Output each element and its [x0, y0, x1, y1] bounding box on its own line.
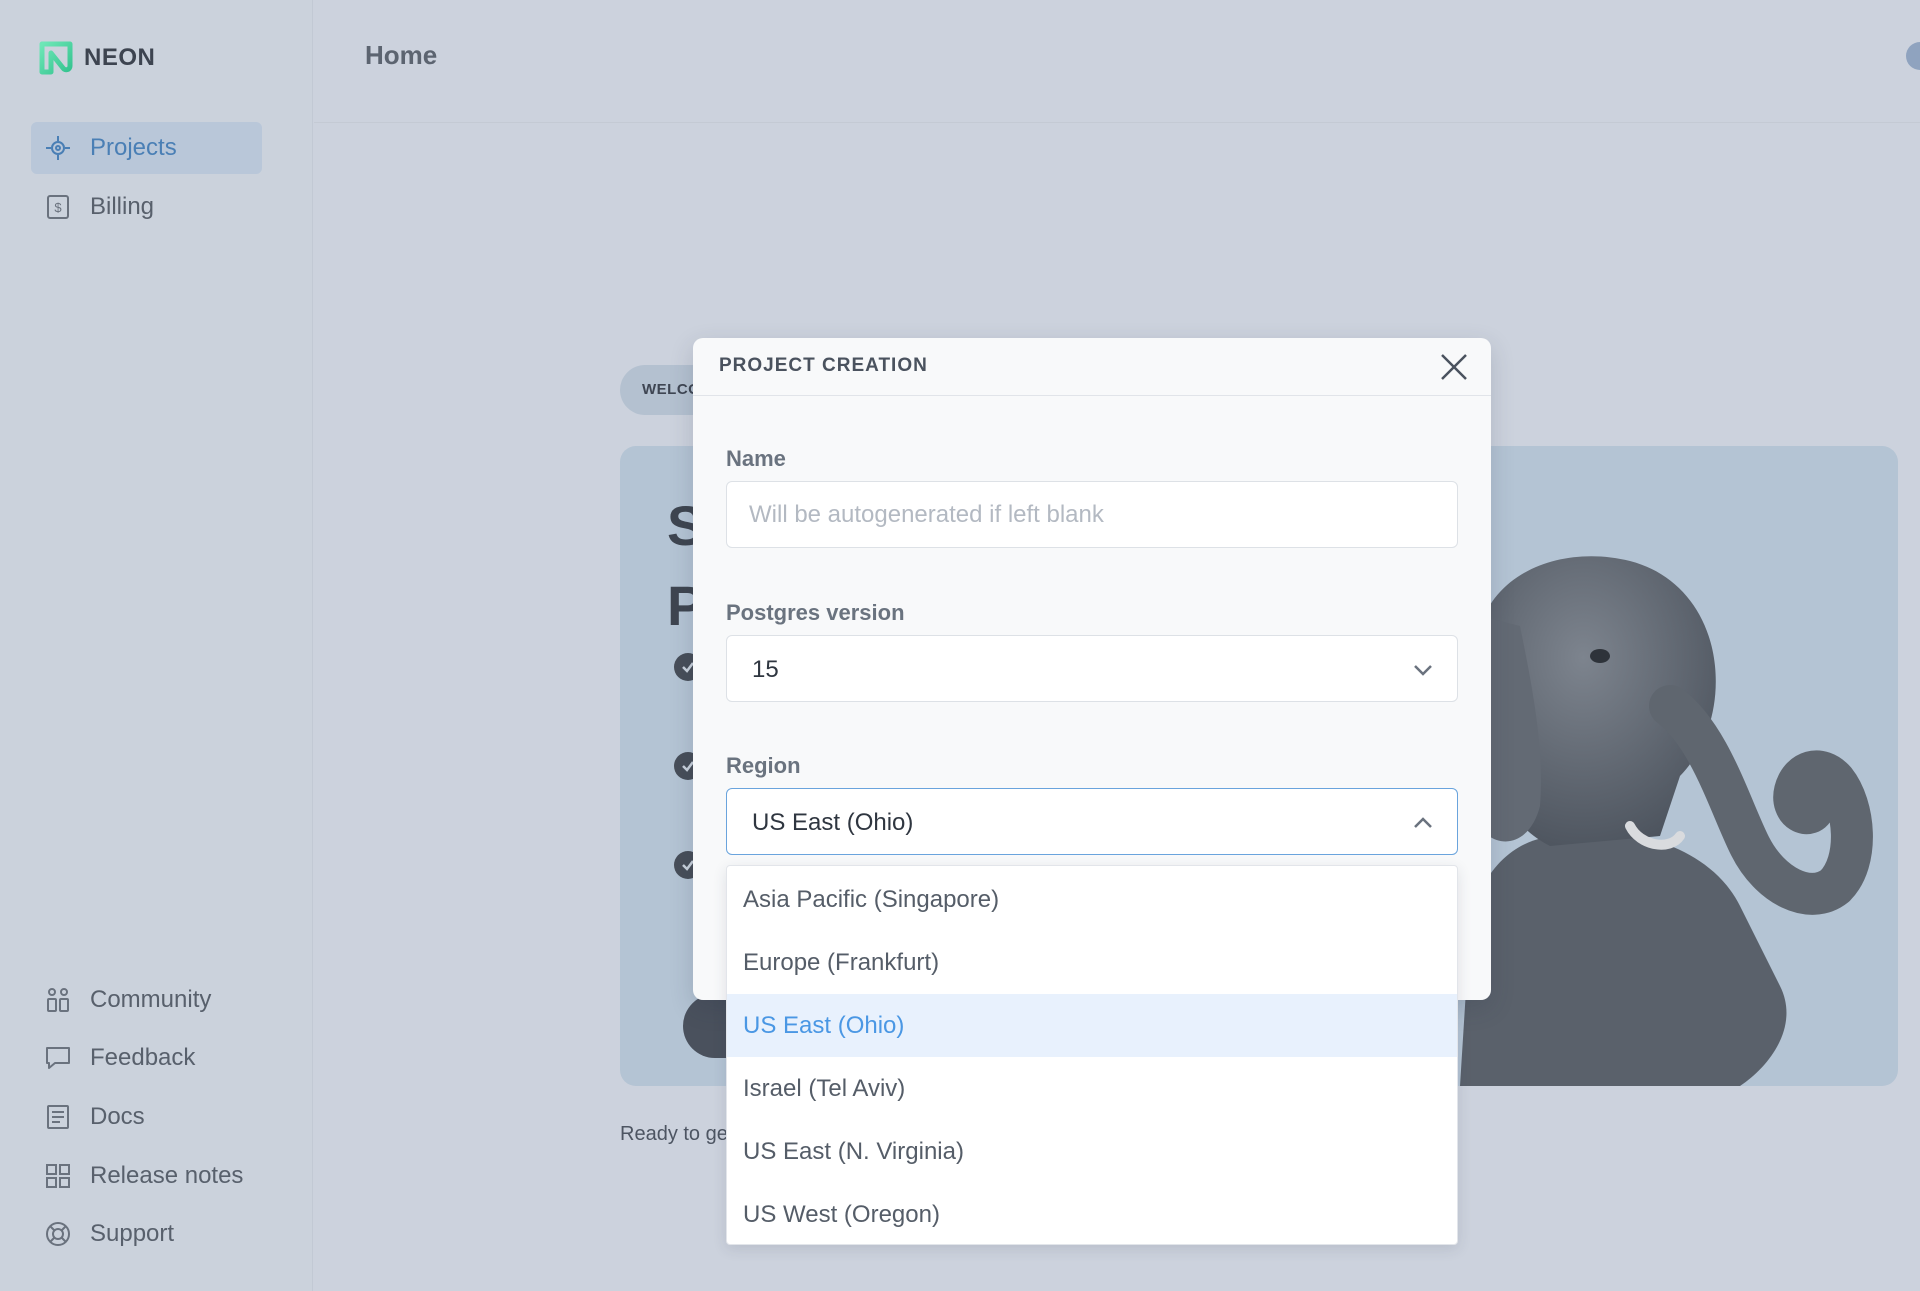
avatar[interactable] — [1906, 42, 1920, 70]
elephant-illustration — [1453, 556, 1873, 1086]
sidebar-item-label: Release notes — [90, 1162, 244, 1189]
chevron-up-icon — [1414, 817, 1432, 828]
support-icon — [44, 1220, 72, 1248]
region-value: US East (Ohio) — [752, 809, 914, 836]
region-option-selected[interactable]: US East (Ohio) — [727, 994, 1457, 1057]
sidebar-item-release-notes[interactable]: Release notes — [31, 1150, 262, 1202]
community-icon — [44, 986, 72, 1014]
page-title: Home — [365, 40, 438, 70]
sidebar-item-label: Feedback — [90, 1044, 196, 1071]
sidebar-item-projects[interactable]: Projects — [31, 122, 262, 174]
ready-text: Ready to ge — [620, 1123, 728, 1145]
billing-icon: $ — [44, 193, 72, 221]
sidebar-item-label: Support — [90, 1220, 175, 1247]
sidebar-item-community[interactable]: Community — [31, 974, 262, 1026]
name-field-wrapper — [726, 481, 1458, 548]
chevron-down-icon — [1414, 665, 1432, 676]
close-button[interactable] — [1439, 352, 1469, 382]
region-option[interactable]: Asia Pacific (Singapore) — [727, 868, 1457, 931]
sidebar-item-label: Community — [90, 986, 212, 1013]
region-label: Region — [726, 753, 801, 778]
sidebar-item-docs[interactable]: Docs — [31, 1091, 262, 1143]
close-icon — [1441, 354, 1467, 380]
neon-logo-icon — [39, 41, 73, 75]
sidebar-item-label: Docs — [90, 1103, 145, 1130]
docs-icon — [44, 1103, 72, 1131]
region-option[interactable]: Europe (Frankfurt) — [727, 931, 1457, 994]
postgres-version-value: 15 — [752, 656, 779, 683]
svg-text:$: $ — [54, 200, 62, 215]
projects-icon — [44, 134, 72, 162]
sidebar-item-label: Projects — [90, 134, 177, 161]
postgres-version-label: Postgres version — [726, 600, 905, 625]
region-select[interactable]: US East (Ohio) — [726, 788, 1458, 855]
neon-logo[interactable]: NEON — [38, 40, 155, 76]
sidebar-item-label: Billing — [90, 193, 155, 220]
region-option[interactable]: US East (N. Virginia) — [727, 1120, 1457, 1183]
region-option[interactable]: US West (Oregon) — [727, 1183, 1457, 1246]
modal-header: PROJECT CREATION — [693, 338, 1491, 396]
feedback-icon — [44, 1044, 72, 1072]
release-notes-icon — [44, 1162, 72, 1190]
name-label: Name — [726, 446, 786, 471]
logo-text: NEON — [84, 44, 156, 71]
sidebar-item-billing[interactable]: $ Billing — [31, 181, 262, 233]
sidebar-item-support[interactable]: Support — [31, 1208, 262, 1260]
region-option[interactable]: Israel (Tel Aviv) — [727, 1057, 1457, 1120]
region-dropdown-menu: Asia Pacific (Singapore) Europe (Frankfu… — [726, 865, 1458, 1245]
postgres-version-select[interactable]: 15 — [726, 635, 1458, 702]
sidebar: NEON Projects $ Billing Community Feedba… — [0, 0, 313, 1291]
sidebar-item-feedback[interactable]: Feedback — [31, 1032, 262, 1084]
top-header: Home — [314, 0, 1920, 123]
modal-title: PROJECT CREATION — [719, 355, 928, 376]
name-input[interactable] — [727, 482, 1457, 547]
